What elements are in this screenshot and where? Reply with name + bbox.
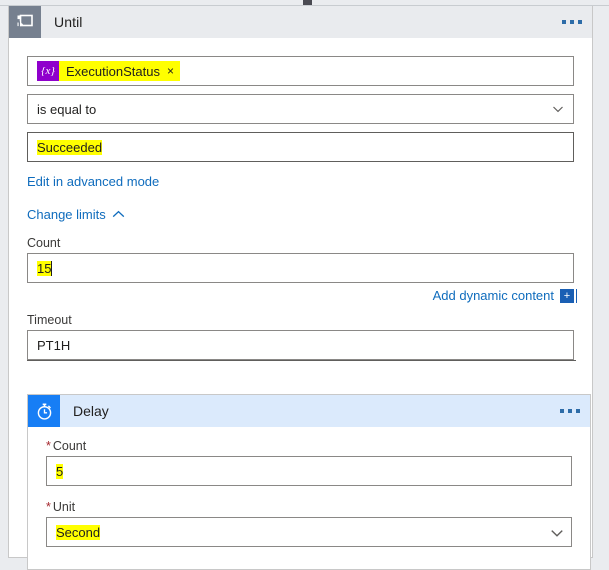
token-label-text: ExecutionStatus [66,64,160,79]
text-caret [51,261,52,276]
until-loop-icon [9,6,41,38]
close-x-icon[interactable]: × [167,65,174,77]
condition-left-operand-field[interactable]: {x} ExecutionStatus × [27,56,574,86]
condition-right-operand-field[interactable]: Succeeded [27,132,574,162]
until-timeout-value: PT1H [37,338,70,353]
until-count-value: 15 [37,261,51,276]
until-action-card: Until {x} ExecutionStatus × is equal to [8,6,593,558]
delay-count-input[interactable]: 5 [46,456,572,486]
until-overflow-menu-button[interactable] [562,6,582,38]
delay-overflow-menu-button[interactable] [560,395,580,427]
chevron-up-icon [112,210,125,219]
delay-count-value: 5 [56,464,63,479]
until-body-divider [27,360,576,361]
plus-icon: + [560,289,574,303]
delay-unit-label: *Unit [46,500,572,514]
stopwatch-icon [28,395,60,427]
token-label-wrap: ExecutionStatus × [59,61,180,81]
condition-operator-dropdown[interactable]: is equal to [27,94,574,124]
expression-token-icon: {x} [37,61,59,81]
delay-unit-label-text: Unit [53,500,75,514]
add-dynamic-content-label: Add dynamic content [433,288,554,303]
delay-unit-value: Second [56,525,100,540]
delay-count-label: *Count [46,439,572,453]
until-timeout-label: Timeout [27,313,574,327]
delay-unit-dropdown[interactable]: Second [46,517,572,547]
until-card-title: Until [54,14,83,30]
ellipsis-dot [578,20,582,24]
change-limits-toggle[interactable]: Change limits [27,207,125,222]
until-card-body: {x} ExecutionStatus × is equal to Succee… [9,38,592,360]
chevron-down-icon [552,103,564,115]
ellipsis-dot [568,409,572,413]
ellipsis-dot [576,409,580,413]
add-dynamic-content-button[interactable]: Add dynamic content + [433,288,574,303]
ellipsis-dot [562,20,566,24]
required-marker: * [46,439,51,453]
until-count-input[interactable]: 15 [27,253,574,283]
delay-card-body: *Count 5 *Unit Second [28,427,590,569]
required-marker: * [46,500,51,514]
ellipsis-dot [560,409,564,413]
delay-action-card: Delay *Count 5 *Unit Second [27,394,591,570]
edit-in-advanced-mode-link[interactable]: Edit in advanced mode [27,174,159,189]
delay-card-header[interactable]: Delay [28,395,590,427]
delay-card-title: Delay [73,403,109,419]
add-dynamic-content-row: Add dynamic content + [27,288,574,303]
condition-right-operand-value: Succeeded [37,140,102,155]
ellipsis-dot [570,20,574,24]
until-card-header[interactable]: Until [9,6,592,38]
until-timeout-input[interactable]: PT1H [27,330,574,360]
until-count-label: Count [27,236,574,250]
chevron-down-icon [550,526,562,538]
condition-operator-value: is equal to [37,102,96,117]
execution-status-token[interactable]: {x} ExecutionStatus × [37,61,180,81]
delay-count-label-text: Count [53,439,86,453]
change-limits-label: Change limits [27,207,106,222]
